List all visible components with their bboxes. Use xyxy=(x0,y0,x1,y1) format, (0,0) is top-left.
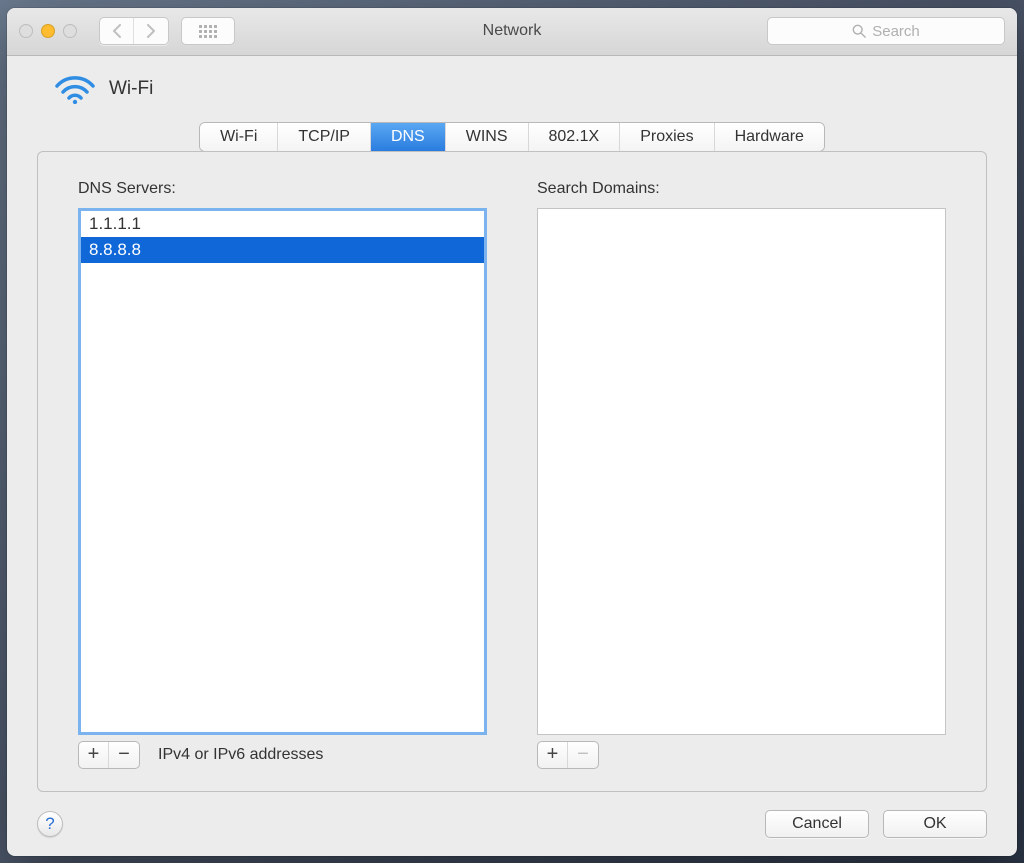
search-domains-listbox[interactable] xyxy=(537,208,946,735)
minimize-window-button[interactable] xyxy=(41,24,55,38)
remove-dns-server-button[interactable]: − xyxy=(109,742,139,768)
traffic-lights xyxy=(19,24,77,38)
titlebar: Network Search xyxy=(7,8,1017,56)
tab-hardware[interactable]: Hardware xyxy=(715,123,824,151)
search-icon xyxy=(852,24,866,38)
dns-servers-controls: + − IPv4 or IPv6 addresses xyxy=(78,741,487,769)
grid-icon xyxy=(199,25,217,38)
search-domains-column: Search Domains: + − xyxy=(537,180,946,769)
wifi-icon xyxy=(55,74,95,104)
help-button[interactable]: ? xyxy=(37,811,63,837)
search-domains-controls: + − xyxy=(537,741,946,769)
close-window-button[interactable] xyxy=(19,24,33,38)
dns-servers-column: DNS Servers: 1.1.1.18.8.8.8 + − IPv4 or … xyxy=(78,180,487,769)
ok-button[interactable]: OK xyxy=(883,810,987,838)
tab-wi-fi[interactable]: Wi-Fi xyxy=(200,123,278,151)
dns-hint-text: IPv4 or IPv6 addresses xyxy=(158,746,323,764)
zoom-window-button[interactable] xyxy=(63,24,77,38)
preferences-window: Network Search Wi-Fi Wi-FiTCP/IPDNSWINS8… xyxy=(7,8,1017,856)
footer: ? Cancel OK xyxy=(37,810,987,838)
remove-search-domain-button: − xyxy=(568,742,598,768)
tab-wins[interactable]: WINS xyxy=(446,123,529,151)
search-domains-label: Search Domains: xyxy=(537,180,946,198)
window-title: Network xyxy=(483,22,542,40)
chevron-right-icon xyxy=(146,24,156,38)
dns-servers-listbox[interactable]: 1.1.1.18.8.8.8 xyxy=(78,208,487,735)
dns-servers-label: DNS Servers: xyxy=(78,180,487,198)
interface-label: Wi-Fi xyxy=(109,78,153,100)
search-placeholder: Search xyxy=(872,23,920,40)
nav-back-button[interactable] xyxy=(100,18,134,44)
search-input[interactable]: Search xyxy=(767,17,1005,45)
tab-tcp-ip[interactable]: TCP/IP xyxy=(278,123,371,151)
tab-bar: Wi-FiTCP/IPDNSWINS802.1XProxiesHardware xyxy=(37,122,987,152)
show-all-button[interactable] xyxy=(181,17,235,45)
cancel-button[interactable]: Cancel xyxy=(765,810,869,838)
tab-dns[interactable]: DNS xyxy=(371,123,446,151)
add-dns-server-button[interactable]: + xyxy=(79,742,109,768)
tab-802-1x[interactable]: 802.1X xyxy=(529,123,621,151)
content-area: Wi-Fi Wi-FiTCP/IPDNSWINS802.1XProxiesHar… xyxy=(7,56,1017,856)
interface-header: Wi-Fi xyxy=(55,74,987,104)
nav-back-forward-group xyxy=(99,17,169,45)
dns-plus-minus-group: + − xyxy=(78,741,140,769)
dns-server-item[interactable]: 1.1.1.1 xyxy=(81,211,484,237)
dns-panel: DNS Servers: 1.1.1.18.8.8.8 + − IPv4 or … xyxy=(37,151,987,792)
dns-server-item[interactable]: 8.8.8.8 xyxy=(81,237,484,263)
domains-plus-minus-group: + − xyxy=(537,741,599,769)
tab-proxies[interactable]: Proxies xyxy=(620,123,714,151)
add-search-domain-button[interactable]: + xyxy=(538,742,568,768)
nav-forward-button[interactable] xyxy=(134,18,168,44)
footer-buttons: Cancel OK xyxy=(765,810,987,838)
chevron-left-icon xyxy=(112,24,122,38)
